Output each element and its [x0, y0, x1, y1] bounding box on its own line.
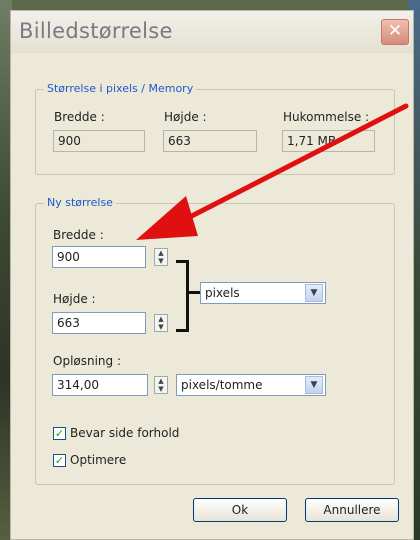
annotation-arrow-shaft: [177, 103, 409, 225]
annotation-arrow-head: [136, 196, 198, 240]
annotation-arrow: [136, 103, 409, 240]
